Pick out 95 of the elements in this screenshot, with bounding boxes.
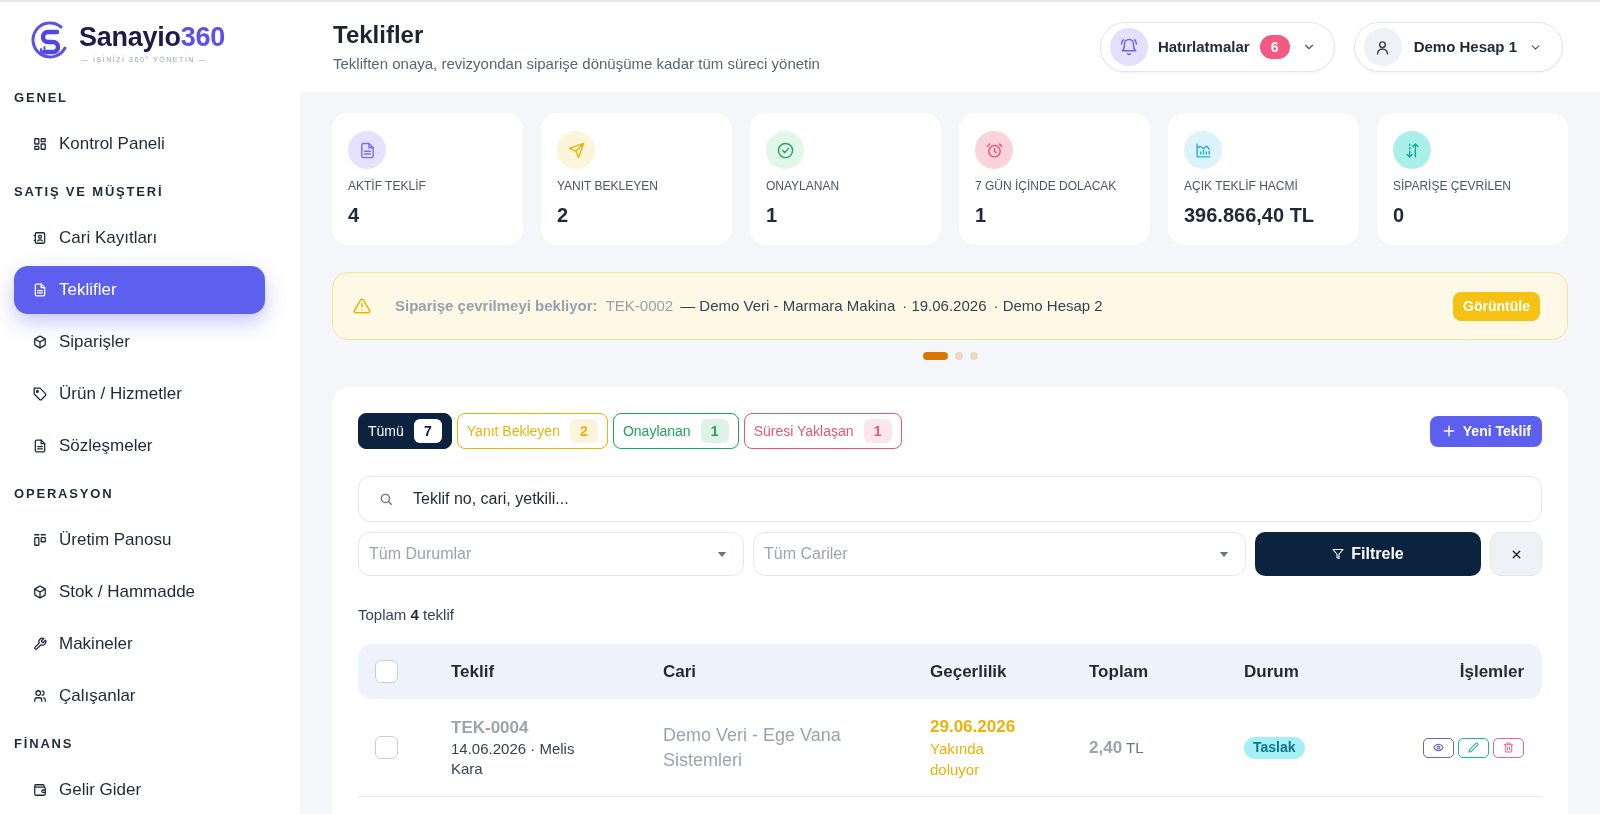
sidebar-item[interactable]: Çalışanlar — [14, 672, 265, 720]
paper-plane-icon — [557, 131, 595, 169]
count-badge: 7 — [413, 419, 442, 443]
sidebar-item[interactable]: Gelir Gider — [14, 766, 265, 814]
sidebar-item[interactable]: Kontrol Paneli — [14, 120, 265, 168]
account-name: Demo Hesap 1 — [1413, 36, 1517, 57]
stat-value: 2 — [557, 203, 570, 228]
search-icon — [379, 492, 393, 506]
row-checkbox[interactable] — [375, 736, 398, 759]
stat-label: AKTİF TEKLİF — [348, 179, 427, 194]
select-all-checkbox[interactable] — [375, 660, 398, 683]
warning-icon — [353, 297, 371, 315]
stat-value: 0 — [1393, 203, 1406, 228]
chart-icon — [1184, 131, 1222, 169]
stat-value: 1 — [766, 203, 779, 228]
users-icon — [33, 689, 47, 703]
sidebar-item[interactable]: Ürün / Hizmetler — [14, 370, 265, 418]
sort-arrows-icon — [1393, 131, 1431, 169]
banner-detail: · Demo Hesap 2 — [993, 295, 1103, 316]
page-title: Teklifler — [333, 20, 425, 50]
count-badge: 1 — [863, 419, 892, 443]
result-count: Toplam 4 teklif — [358, 606, 455, 624]
stat-label: SİPARİŞE ÇEVRİLEN — [1393, 179, 1512, 194]
filter-icon — [1332, 548, 1345, 560]
count-badge: 2 — [569, 419, 598, 443]
column-header: Durum — [1244, 660, 1299, 683]
bell-icon — [1109, 28, 1148, 66]
column-header: Cari — [663, 660, 697, 683]
customer-name: Demo Veri - Ege Vana Sistemleri — [663, 723, 842, 772]
document-icon — [33, 439, 47, 453]
section-title: GENEL — [14, 89, 68, 108]
search-field[interactable]: Teklif no, cari, yetkili... — [358, 476, 1542, 522]
banner-label: Siparişe çevrilmeyi bekliyor: — [395, 295, 598, 316]
sidebar-item[interactable]: Cari Kayıtları — [14, 214, 265, 262]
stat-label: 7 GÜN İÇİNDE DOLACAK — [975, 179, 1118, 194]
user-icon — [1363, 28, 1402, 66]
column-header: İşlemler — [1459, 660, 1524, 683]
address-book-icon — [33, 231, 47, 245]
wallet-icon — [33, 783, 47, 797]
section-title: FİNANS — [14, 735, 74, 754]
column-header: Geçerlilik — [930, 660, 1007, 683]
section-title: OPERASYON — [14, 485, 114, 504]
count-badge: 1 — [700, 419, 729, 443]
stat-value: 396.866,40 TL — [1184, 203, 1316, 228]
filter-tab[interactable]: Tümü 7 — [358, 413, 452, 449]
new-quote-button[interactable]: Yeni Teklif — [1429, 415, 1542, 447]
grid-icon — [33, 137, 47, 151]
pencil-icon — [1468, 742, 1479, 753]
sidebar-item[interactable]: Siparişler — [14, 318, 265, 366]
quote-number: TEK-0002 — [605, 295, 674, 316]
quote-number: TEK-0004 — [451, 716, 529, 739]
count-badge: 6 — [1259, 35, 1290, 59]
tag-icon — [33, 387, 47, 401]
alarm-clock-icon — [975, 131, 1013, 169]
banner-detail: — Demo Veri - Marmara Makina — [680, 295, 896, 316]
reminders-button[interactable]: Hatırlatmalar 6 — [1099, 22, 1335, 72]
eye-icon — [1433, 742, 1444, 753]
stat-label: AÇIK TEKLİF HACMİ — [1184, 179, 1299, 194]
quote-date-owner: 14.06.2026 · Melis Kara — [451, 738, 576, 779]
total-amount: 2,40 TL — [1089, 736, 1144, 759]
cube-icon — [33, 585, 47, 599]
clear-button[interactable] — [1490, 532, 1542, 576]
section-title: SATIŞ VE MÜŞTERİ — [14, 183, 164, 202]
stat-value: 1 — [975, 203, 988, 228]
account-button[interactable]: Demo Hesap 1 — [1353, 22, 1563, 72]
validity-date: 29.06.2026 — [930, 715, 1016, 738]
caret-down-icon — [1219, 550, 1229, 558]
edit-button[interactable] — [1458, 737, 1489, 758]
stat-label: ONAYLANAN — [766, 179, 841, 194]
view-button[interactable] — [1423, 737, 1454, 758]
caret-down-icon — [717, 550, 727, 558]
banner-detail: · 19.06.2026 — [902, 295, 987, 316]
cube-icon — [33, 335, 47, 349]
sidebar-item[interactable]: Üretim Panosu — [14, 516, 265, 564]
document-icon — [348, 131, 386, 169]
wrench-icon — [33, 637, 47, 651]
sidebar-item[interactable]: Stok / Hammadde — [14, 568, 265, 616]
column-header: Teklif — [451, 660, 495, 683]
trash-icon — [1503, 742, 1514, 753]
reminders-label: Hatırlatmalar — [1157, 36, 1250, 57]
filter-button[interactable]: Filtrele — [1255, 532, 1481, 576]
sidebar-item[interactable]: Makineler — [14, 620, 265, 668]
delete-button[interactable] — [1493, 737, 1524, 758]
brand-name: Sanayio360 — [79, 21, 225, 53]
page-subtitle: Tekliften onaya, revizyondan siparişe dönüşüme kadar tüm süreci yönetin — [333, 54, 820, 74]
column-header: Toplam — [1089, 660, 1149, 683]
document-icon — [33, 283, 47, 297]
sidebar-item[interactable]: Sözleşmeler — [14, 422, 265, 470]
status-badge: Taslak — [1244, 736, 1305, 759]
validity-note: Yakında doluyor — [930, 738, 985, 780]
stat-value: 4 — [348, 203, 361, 228]
columns-icon — [33, 533, 47, 547]
sidebar-item[interactable]: Teklifler — [14, 266, 265, 314]
stat-label: YANIT BEKLEYEN — [557, 179, 659, 194]
filter-tab[interactable]: Süresi Yaklaşan 1 — [743, 413, 902, 449]
